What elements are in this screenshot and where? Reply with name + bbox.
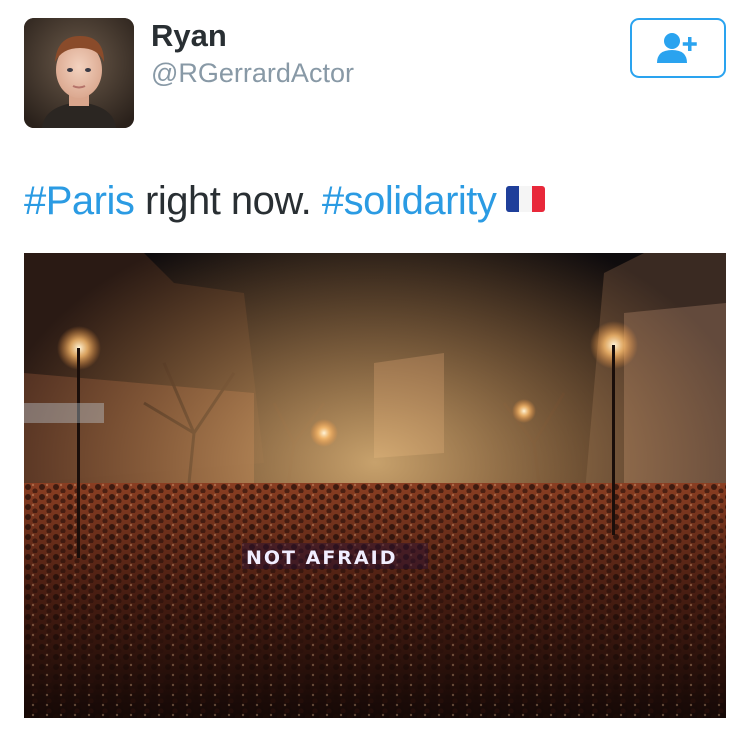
not-afraid-sign: NOT AFRAID [242, 543, 428, 569]
tweet-card: Ryan @RGerrardActor #Paris right now. #s… [0, 0, 750, 750]
tweet-plain-text: right now. [134, 179, 322, 223]
tweet-text: #Paris right now. #solidarity [24, 178, 546, 224]
avatar-icon [24, 18, 134, 128]
follow-button[interactable] [630, 18, 726, 78]
display-name[interactable]: Ryan [151, 18, 227, 54]
username[interactable]: @RGerrardActor [151, 57, 354, 89]
flag-france-icon [506, 186, 546, 213]
photo-crowd-at-night: NOT AFRAID [24, 253, 726, 718]
hashtag-paris[interactable]: #Paris [24, 179, 135, 223]
sign-text: NOT AFRAID [246, 547, 398, 569]
hashtag-solidarity[interactable]: #solidarity [322, 179, 497, 223]
avatar[interactable] [24, 18, 134, 128]
add-user-icon [657, 33, 697, 63]
tweet-photo[interactable]: NOT AFRAID [24, 253, 726, 718]
